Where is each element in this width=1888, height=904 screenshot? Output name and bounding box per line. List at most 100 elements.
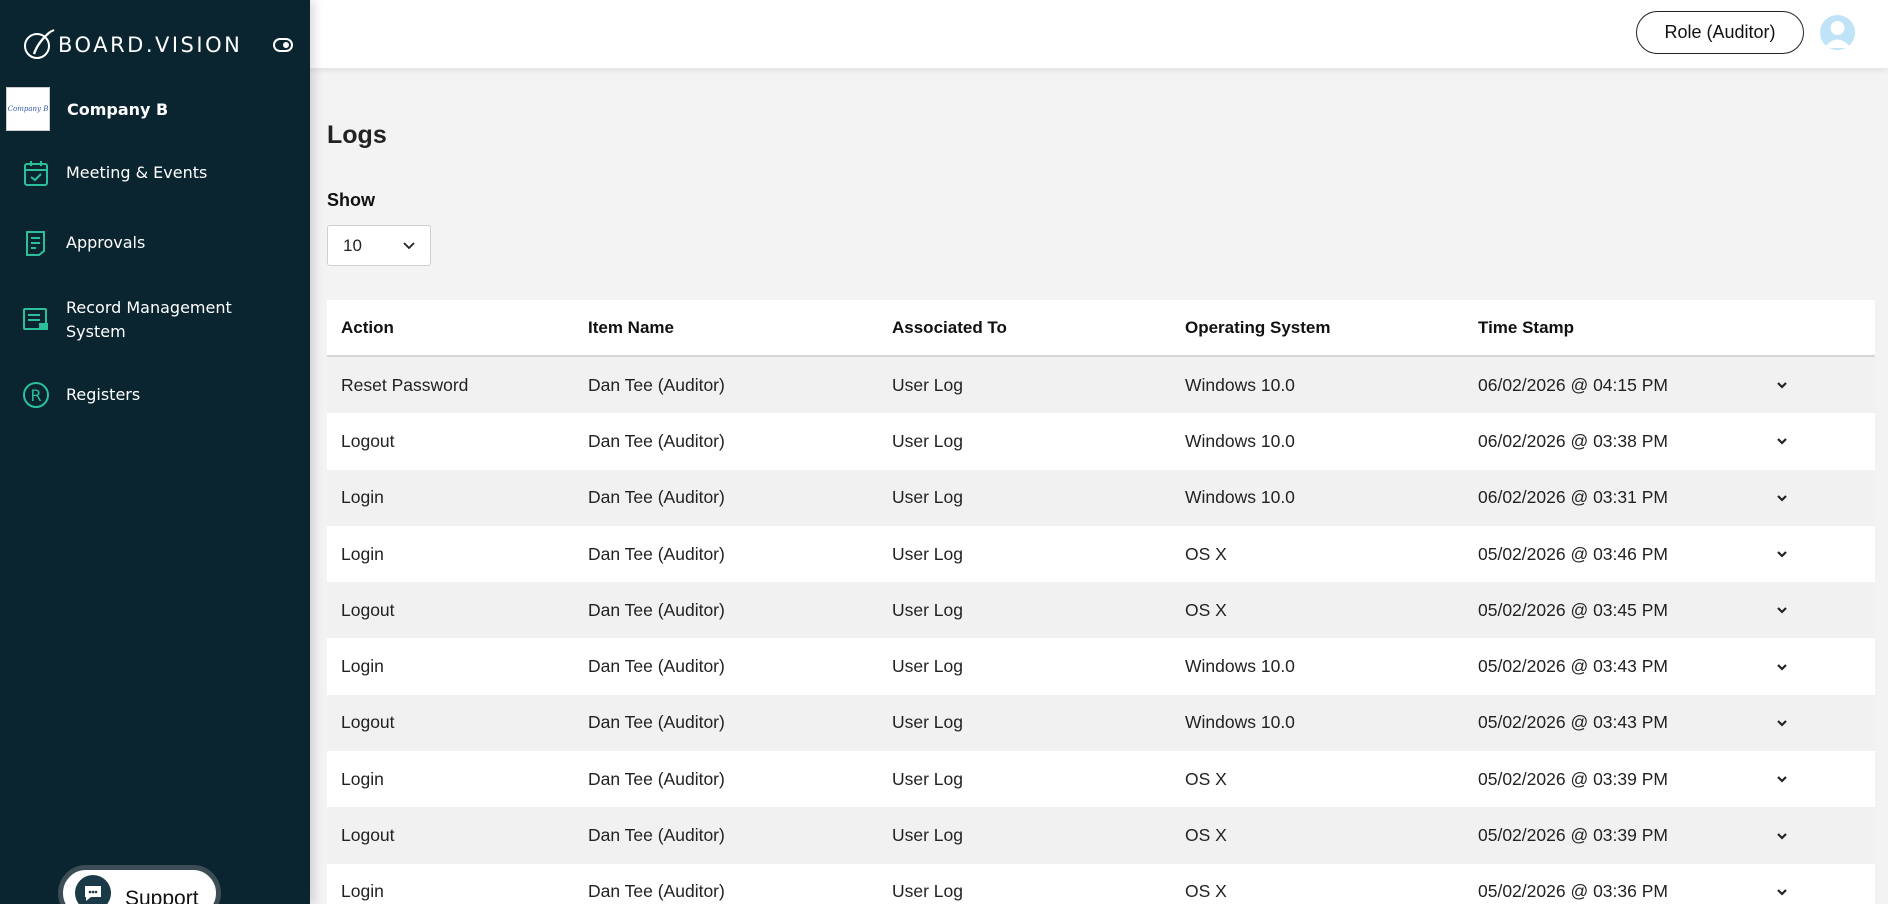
sidebar-item-label: Registers <box>66 385 141 404</box>
cell-operating-system: Windows 10.0 <box>1185 430 1295 451</box>
page-size-value: 10 <box>343 235 362 255</box>
table-row[interactable]: Login Dan Tee (Auditor) User Log OS X 05/02/… <box>327 863 1875 904</box>
cell-associated-to: User Log <box>892 430 964 451</box>
expand-row-chevron-icon[interactable] <box>1774 828 1790 844</box>
board-vision-logo-icon <box>24 29 55 59</box>
cell-item-name: Dan Tee (Auditor) <box>588 430 725 451</box>
expand-row-chevron-icon[interactable] <box>1774 602 1790 618</box>
cell-time-stamp: 05/02/2026 @ 03:46 PM <box>1478 543 1668 564</box>
column-header-action[interactable]: Action <box>341 318 394 338</box>
cell-associated-to: User Log <box>892 374 964 395</box>
table-row[interactable]: Logout Dan Tee (Auditor) User Log Windows 1… <box>327 413 1875 470</box>
page-size-select[interactable]: 10 <box>327 225 431 266</box>
expand-row-chevron-icon[interactable] <box>1774 433 1790 449</box>
cell-operating-system: Windows 10.0 <box>1185 712 1295 733</box>
cell-action: Login <box>341 487 384 508</box>
cell-time-stamp: 05/02/2026 @ 03:39 PM <box>1478 825 1668 846</box>
cell-associated-to: User Log <box>892 543 964 564</box>
cell-operating-system: OS X <box>1185 768 1227 789</box>
document-list-icon <box>22 229 50 257</box>
svg-text:R: R <box>30 386 41 405</box>
chat-bubble-icon <box>75 875 111 904</box>
cell-item-name: Dan Tee (Auditor) <box>588 374 725 395</box>
record-monitor-icon <box>22 306 50 334</box>
cell-associated-to: User Log <box>892 487 964 508</box>
table-row[interactable]: Logout Dan Tee (Auditor) User Log Windows 1… <box>327 694 1875 752</box>
table-row[interactable]: Login Dan Tee (Auditor) User Log Windows 10… <box>327 469 1875 526</box>
sidebar-item-registers[interactable]: R Registers <box>22 381 140 409</box>
expand-row-chevron-icon[interactable] <box>1774 659 1790 675</box>
expand-row-chevron-icon[interactable] <box>1774 377 1790 393</box>
cell-associated-to: User Log <box>892 656 964 677</box>
sidebar-item-meetings[interactable]: Meeting & Events <box>22 159 207 187</box>
cell-time-stamp: 06/02/2026 @ 03:31 PM <box>1478 487 1668 508</box>
sidebar-toggle-icon[interactable] <box>273 38 293 52</box>
role-button[interactable]: Role (Auditor) <box>1636 11 1804 54</box>
brand-name: BOARD.VISION <box>58 33 243 57</box>
chevron-down-icon <box>403 242 415 250</box>
column-header-time-stamp[interactable]: Time Stamp <box>1478 318 1574 338</box>
cell-operating-system: OS X <box>1185 599 1227 620</box>
cell-operating-system: Windows 10.0 <box>1185 487 1295 508</box>
sidebar-item-label: Record Management System <box>66 298 232 341</box>
sidebar-item-approvals[interactable]: Approvals <box>22 229 145 257</box>
calendar-check-icon <box>22 159 50 187</box>
user-avatar-icon[interactable] <box>1820 15 1855 50</box>
cell-time-stamp: 05/02/2026 @ 03:36 PM <box>1478 881 1668 902</box>
table-row[interactable]: Logout Dan Tee (Auditor) User Log OS X 05/02… <box>327 582 1875 639</box>
logs-table: Action Item Name Associated To Operating… <box>327 300 1875 904</box>
cell-action: Logout <box>341 599 395 620</box>
company-switcher[interactable]: Company B Company B <box>6 87 168 131</box>
cell-associated-to: User Log <box>892 712 964 733</box>
sidebar: BOARD.VISION Company B Company B Meeting… <box>0 0 310 904</box>
table-row[interactable]: Login Dan Tee (Auditor) User Log OS X 05/02/… <box>327 525 1875 583</box>
expand-row-chevron-icon[interactable] <box>1774 490 1790 506</box>
cell-time-stamp: 05/02/2026 @ 03:43 PM <box>1478 712 1668 733</box>
cell-time-stamp: 06/02/2026 @ 03:38 PM <box>1478 430 1668 451</box>
table-row[interactable]: Logout Dan Tee (Auditor) User Log OS X 05/02… <box>327 807 1875 864</box>
sidebar-item-label: Meeting & Events <box>66 163 208 182</box>
page-title: Logs <box>327 121 387 149</box>
cell-action: Logout <box>341 712 395 733</box>
registered-circle-icon: R <box>22 381 50 409</box>
sidebar-item-record-management[interactable]: Record Management System <box>22 296 282 344</box>
cell-action: Reset Password <box>341 374 469 395</box>
cell-operating-system: Windows 10.0 <box>1185 656 1295 677</box>
company-logo: Company B <box>6 87 50 131</box>
expand-row-chevron-icon[interactable] <box>1774 771 1790 787</box>
show-label: Show <box>327 190 375 210</box>
table-row[interactable]: Login Dan Tee (Auditor) User Log Windows 10… <box>327 638 1875 695</box>
cell-item-name: Dan Tee (Auditor) <box>588 599 725 620</box>
cell-action: Login <box>341 656 384 677</box>
expand-row-chevron-icon[interactable] <box>1774 546 1790 562</box>
cell-action: Logout <box>341 430 395 451</box>
column-header-item-name[interactable]: Item Name <box>588 318 674 338</box>
brand-logo[interactable]: BOARD.VISION <box>20 28 242 62</box>
table-row[interactable]: Reset Password Dan Tee (Auditor) User Log W… <box>327 357 1875 414</box>
cell-time-stamp: 05/02/2026 @ 03:39 PM <box>1478 768 1668 789</box>
cell-operating-system: OS X <box>1185 825 1227 846</box>
cell-item-name: Dan Tee (Auditor) <box>588 825 725 846</box>
sidebar-item-label: Approvals <box>66 233 146 252</box>
cell-operating-system: OS X <box>1185 881 1227 902</box>
table-row[interactable]: Login Dan Tee (Auditor) User Log OS X 05/02/… <box>327 751 1875 808</box>
cell-action: Login <box>341 881 384 902</box>
table-header: Action Item Name Associated To Operating… <box>327 300 1875 357</box>
expand-row-chevron-icon[interactable] <box>1774 715 1790 731</box>
cell-item-name: Dan Tee (Auditor) <box>588 656 725 677</box>
company-name: Company B <box>67 99 169 119</box>
cell-action: Logout <box>341 825 395 846</box>
cell-item-name: Dan Tee (Auditor) <box>588 487 725 508</box>
support-button[interactable]: Support <box>58 865 221 904</box>
column-header-associated-to[interactable]: Associated To <box>892 318 1007 338</box>
expand-row-chevron-icon[interactable] <box>1774 884 1790 900</box>
cell-time-stamp: 05/02/2026 @ 03:45 PM <box>1478 599 1668 620</box>
column-header-operating-system[interactable]: Operating System <box>1185 318 1331 338</box>
cell-action: Login <box>341 768 384 789</box>
cell-time-stamp: 06/02/2026 @ 04:15 PM <box>1478 374 1668 395</box>
cell-operating-system: OS X <box>1185 543 1227 564</box>
cell-associated-to: User Log <box>892 768 964 789</box>
cell-associated-to: User Log <box>892 881 964 902</box>
cell-item-name: Dan Tee (Auditor) <box>588 543 725 564</box>
cell-item-name: Dan Tee (Auditor) <box>588 768 725 789</box>
